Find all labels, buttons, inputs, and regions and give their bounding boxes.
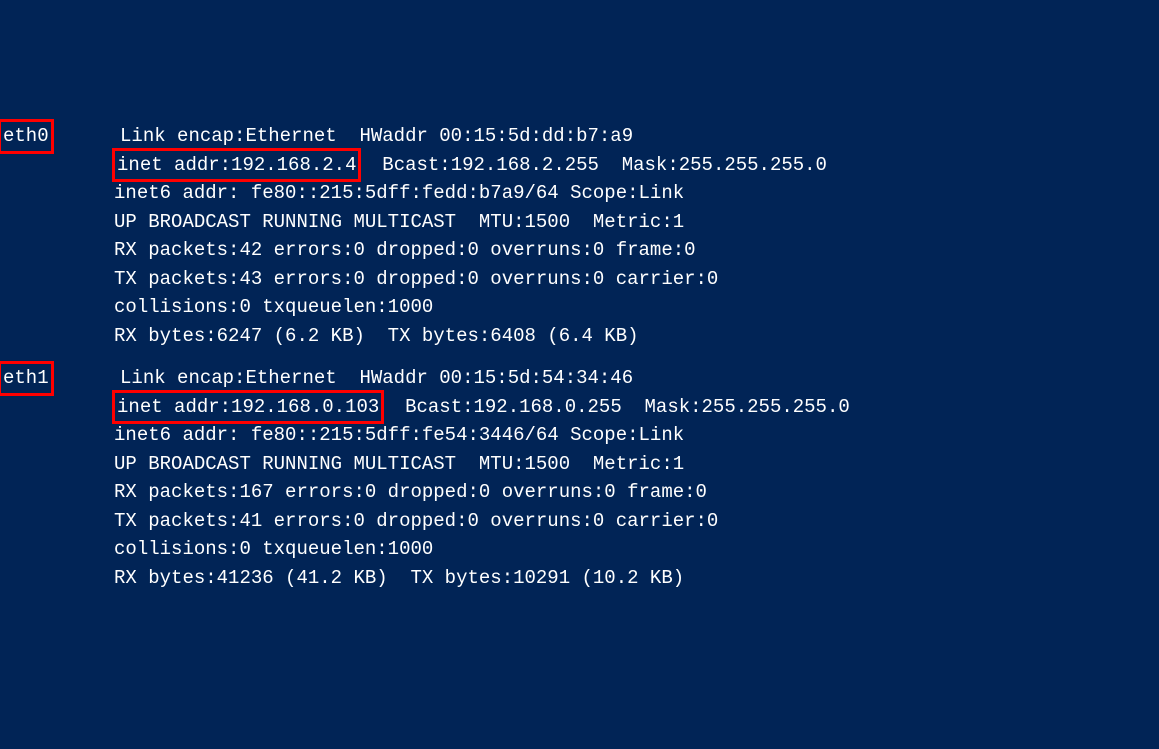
bcast-mask: Bcast:192.168.0.255 Mask:255.255.255.0 bbox=[382, 396, 849, 418]
iface-line-4: UP BROADCAST RUNNING MULTICAST MTU:1500 … bbox=[0, 208, 1159, 237]
tx-packets: TX packets:43 errors:0 dropped:0 overrun… bbox=[114, 268, 718, 290]
iface-name: eth0 bbox=[3, 125, 49, 147]
iface-line-4: UP BROADCAST RUNNING MULTICAST MTU:1500 … bbox=[0, 450, 1159, 479]
inet-addr-highlight: inet addr:192.168.0.103 bbox=[112, 390, 384, 425]
iface-line-8: RX bytes:6247 (6.2 KB) TX bytes:6408 (6.… bbox=[0, 322, 1159, 351]
iface-line-7: collisions:0 txqueuelen:1000 bbox=[0, 293, 1159, 322]
iface-line-8: RX bytes:41236 (41.2 KB) TX bytes:10291 … bbox=[0, 564, 1159, 593]
iface-name-highlight: eth1 bbox=[0, 361, 54, 396]
iface-link-encap: Link encap:Ethernet HWaddr 00:15:5d:54:3… bbox=[120, 367, 633, 389]
iface-name: eth1 bbox=[3, 367, 49, 389]
iface-line-2: inet addr:192.168.2.4 Bcast:192.168.2.25… bbox=[0, 151, 1159, 180]
collisions: collisions:0 txqueuelen:1000 bbox=[114, 296, 433, 318]
iface-line-1: eth0 Link encap:Ethernet HWaddr 00:15:5d… bbox=[0, 122, 1159, 151]
iface-line-5: RX packets:167 errors:0 dropped:0 overru… bbox=[0, 478, 1159, 507]
iface-line-5: RX packets:42 errors:0 dropped:0 overrun… bbox=[0, 236, 1159, 265]
iface-flags: UP BROADCAST RUNNING MULTICAST MTU:1500 … bbox=[114, 453, 684, 475]
iface-name-highlight: eth0 bbox=[0, 119, 54, 154]
bcast-mask: Bcast:192.168.2.255 Mask:255.255.255.0 bbox=[359, 154, 826, 176]
rx-tx-bytes: RX bytes:41236 (41.2 KB) TX bytes:10291 … bbox=[114, 567, 684, 589]
interface-block-eth1: eth1 Link encap:Ethernet HWaddr 00:15:5d… bbox=[0, 364, 1159, 592]
iface-flags: UP BROADCAST RUNNING MULTICAST MTU:1500 … bbox=[114, 211, 684, 233]
inet-addr: inet addr:192.168.2.4 bbox=[117, 154, 356, 176]
inet-addr-highlight: inet addr:192.168.2.4 bbox=[112, 148, 361, 183]
interface-block-eth0: eth0 Link encap:Ethernet HWaddr 00:15:5d… bbox=[0, 122, 1159, 350]
inet6-addr: inet6 addr: fe80::215:5dff:fedd:b7a9/64 … bbox=[114, 182, 684, 204]
iface-line-3: inet6 addr: fe80::215:5dff:fedd:b7a9/64 … bbox=[0, 179, 1159, 208]
rx-packets: RX packets:167 errors:0 dropped:0 overru… bbox=[114, 481, 707, 503]
iface-line-2: inet addr:192.168.0.103 Bcast:192.168.0.… bbox=[0, 393, 1159, 422]
collisions: collisions:0 txqueuelen:1000 bbox=[114, 538, 433, 560]
inet-addr: inet addr:192.168.0.103 bbox=[117, 396, 379, 418]
iface-line-6: TX packets:41 errors:0 dropped:0 overrun… bbox=[0, 507, 1159, 536]
iface-line-6: TX packets:43 errors:0 dropped:0 overrun… bbox=[0, 265, 1159, 294]
iface-line-3: inet6 addr: fe80::215:5dff:fe54:3446/64 … bbox=[0, 421, 1159, 450]
rx-packets: RX packets:42 errors:0 dropped:0 overrun… bbox=[114, 239, 696, 261]
inet6-addr: inet6 addr: fe80::215:5dff:fe54:3446/64 … bbox=[114, 424, 684, 446]
iface-link-encap: Link encap:Ethernet HWaddr 00:15:5d:dd:b… bbox=[120, 125, 633, 147]
iface-line-1: eth1 Link encap:Ethernet HWaddr 00:15:5d… bbox=[0, 364, 1159, 393]
rx-tx-bytes: RX bytes:6247 (6.2 KB) TX bytes:6408 (6.… bbox=[114, 325, 639, 347]
tx-packets: TX packets:41 errors:0 dropped:0 overrun… bbox=[114, 510, 718, 532]
iface-line-7: collisions:0 txqueuelen:1000 bbox=[0, 535, 1159, 564]
